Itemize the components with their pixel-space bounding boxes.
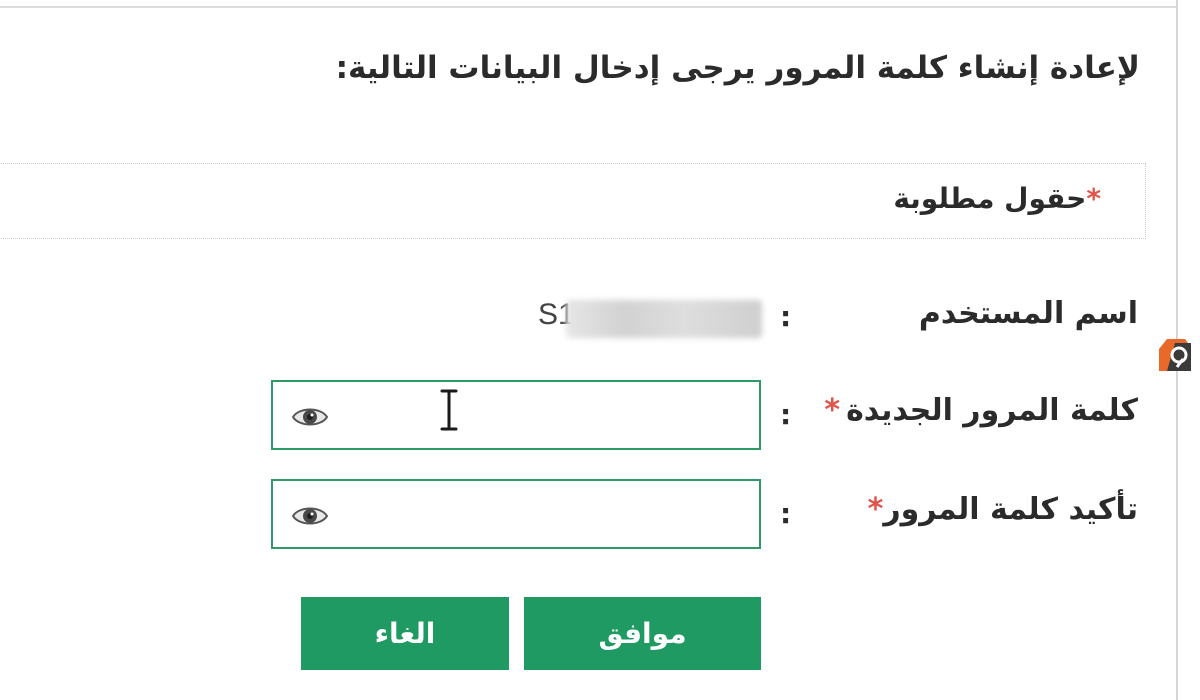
required-fields-label: حقول مطلوبة bbox=[893, 182, 1087, 215]
new-password-colon: : bbox=[780, 398, 792, 431]
new-password-required-asterisk: * bbox=[824, 393, 841, 428]
required-fields-note: *حقول مطلوبة bbox=[0, 163, 1146, 239]
new-password-field[interactable] bbox=[271, 380, 761, 450]
eye-icon[interactable] bbox=[291, 404, 329, 430]
top-divider bbox=[0, 0, 1176, 8]
required-fields-text: *حقول مطلوبة bbox=[893, 182, 1101, 215]
username-label: اسم المستخدم bbox=[919, 296, 1138, 331]
password-reset-page: لإعادة إنشاء كلمة المرور يرجى إدخال البي… bbox=[0, 0, 1200, 700]
new-password-label-text: كلمة المرور الجديدة bbox=[846, 393, 1138, 428]
watermark-logo-icon bbox=[1159, 339, 1191, 371]
ok-button[interactable]: موافق bbox=[524, 597, 761, 670]
instructions-text: لإعادة إنشاء كلمة المرور يرجى إدخال البي… bbox=[335, 50, 1140, 86]
text-cursor-icon bbox=[440, 389, 458, 431]
eye-icon[interactable] bbox=[291, 503, 329, 529]
confirm-password-required-asterisk: * bbox=[867, 492, 884, 527]
username-label-text: اسم المستخدم bbox=[918, 296, 1138, 331]
confirm-password-label: تأكيد كلمة المرور* bbox=[868, 492, 1138, 527]
confirm-password-colon: : bbox=[780, 497, 792, 530]
required-asterisk: * bbox=[1086, 182, 1101, 215]
new-password-input[interactable] bbox=[343, 392, 747, 440]
cancel-button[interactable]: الغاء bbox=[301, 597, 509, 670]
username-redacted-mask bbox=[566, 300, 762, 338]
username-colon: : bbox=[780, 300, 792, 333]
confirm-password-label-text: تأكيد كلمة المرور bbox=[883, 492, 1138, 527]
confirm-password-field[interactable] bbox=[271, 479, 761, 549]
confirm-password-input[interactable] bbox=[343, 491, 747, 539]
new-password-label: كلمة المرور الجديدة* bbox=[824, 393, 1138, 428]
